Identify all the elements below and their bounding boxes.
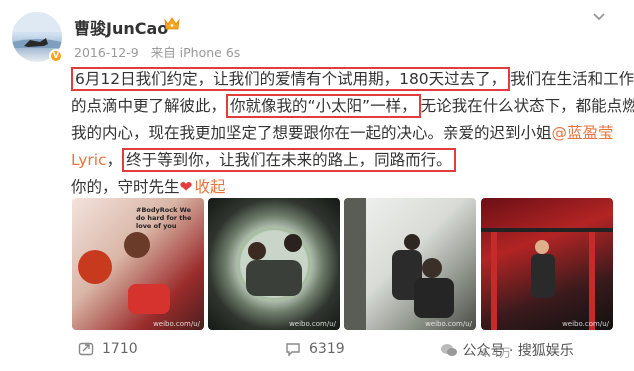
- watermark: weibo.com/u/: [425, 320, 472, 328]
- post-text: 6月12日我们约定，让我们的爱情有个试用期，180天过去了， 我们在生活和工作 的…: [71, 66, 634, 201]
- watermark: weibo.com/u/: [153, 320, 200, 328]
- crown-icon: [164, 17, 180, 30]
- repost-count: 1710: [102, 341, 138, 357]
- repost-button[interactable]: 1710: [78, 341, 138, 357]
- comment-icon: [286, 343, 300, 357]
- photo-thumbnail[interactable]: #BodyRock We do hard for the love of you…: [72, 198, 204, 330]
- post-line-1: 6月12日我们约定，让我们的爱情有个试用期，180天过去了， 我们在生活和工作: [71, 66, 634, 93]
- watermark: weibo.com/u/: [289, 320, 336, 328]
- mention-link[interactable]: @蓝盈莹: [552, 124, 614, 142]
- like-count: 4.4万: [480, 346, 512, 360]
- comment-count: 6319: [309, 341, 345, 357]
- photo-caption: #BodyRock We do hard for the love of you: [136, 206, 192, 230]
- highlight-box: 终于等到你，让我们在未来的路上，同路而行。: [122, 148, 456, 172]
- highlight-box: 你就像我的“小太阳”一样，: [226, 94, 421, 118]
- photo-thumbnail[interactable]: weibo.com/u/: [481, 198, 613, 330]
- highlight-box: 6月12日我们约定，让我们的爱情有个试用期，180天过去了，: [71, 67, 511, 91]
- photo-thumbnail[interactable]: weibo.com/u/: [344, 198, 476, 330]
- post-source: 来自 iPhone 6s: [150, 45, 241, 60]
- photo-thumbnail[interactable]: weibo.com/u/: [208, 198, 340, 330]
- post-date[interactable]: 2016-12-9: [74, 45, 139, 60]
- post-line-5: 你的，守时先生❤ 收起: [71, 178, 226, 196]
- heart-icon: ❤: [179, 178, 193, 196]
- post-line-4: Lyric， 终于等到你，让我们在未来的路上，同路而行。: [71, 147, 616, 174]
- username[interactable]: 曹骏JunCao: [74, 15, 168, 39]
- chevron-down-icon[interactable]: [592, 10, 606, 26]
- repost-icon: [78, 342, 94, 356]
- post-line-2: 的点滴中更了解彼此， 你就像我的“小太阳”一样， 无论我在什么状态下，都能点燃: [71, 93, 634, 120]
- mention-link[interactable]: Lyric: [71, 151, 107, 169]
- verified-badge-icon: V: [49, 49, 63, 63]
- watermark: weibo.com/u/: [562, 320, 609, 328]
- collapse-link[interactable]: 收起: [195, 178, 226, 196]
- wechat-icon: [441, 344, 457, 356]
- source-watermark: 公众号 · 搜狐娱乐 4.4万: [440, 340, 574, 360]
- comment-button[interactable]: 6319: [285, 341, 345, 357]
- post-line-3: 我的内心，现在我更加坚定了想要跟你在一起的决心。亲爱的迟到小姐@蓝盈莹: [71, 124, 614, 142]
- post-meta: 2016-12-9 来自 iPhone 6s: [74, 42, 248, 61]
